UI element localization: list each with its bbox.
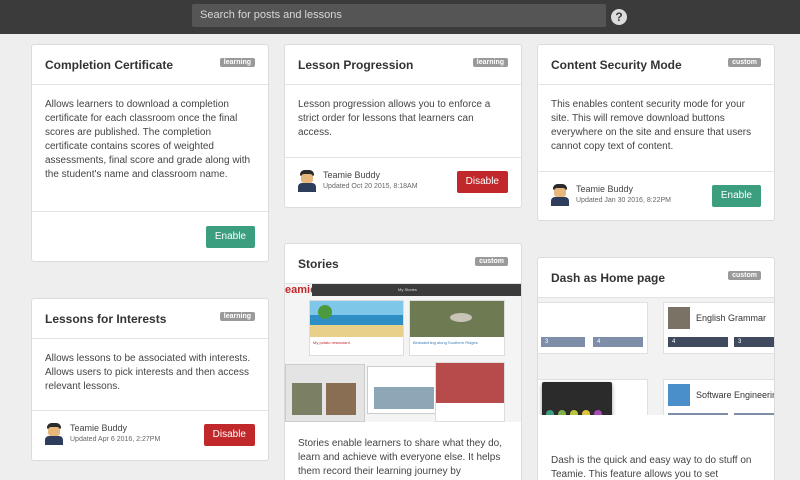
card-footer: Teamie Buddy Updated Oct 20 2015, 8:18AM… <box>285 158 521 198</box>
chip: 4 <box>593 337 643 347</box>
author-name: Teamie Buddy <box>70 423 128 433</box>
lesson-progression-card: Lesson Progression learning Lesson progr… <box>284 44 522 208</box>
updated-timestamp: Updated Oct 20 2015, 8:18AM <box>323 183 418 190</box>
enable-button[interactable]: Enable <box>711 185 761 207</box>
dash-item: 3 4 <box>538 302 648 354</box>
card-title: Content Security Mode <box>551 58 682 72</box>
card-footer: Teamie Buddy Updated Apr 6 2016, 2:27PM … <box>32 411 268 451</box>
category-badge: custom <box>728 58 761 67</box>
card-description: This enables content security mode for y… <box>538 85 774 172</box>
story-tile <box>435 362 505 422</box>
chip: 2 <box>668 413 728 415</box>
updated-timestamp: Updated Jan 30 2016, 8:22PM <box>576 197 671 204</box>
dash-item-title: English Grammar <box>696 313 767 323</box>
card-header: Completion Certificate learning <box>32 45 268 85</box>
story-tile <box>367 366 439 414</box>
story-tile: Birdwatching along Southern Ridges <box>409 300 505 356</box>
dash-item-title: Software Engineering <box>696 390 774 400</box>
card-description: Dash is the quick and easy way to do stu… <box>551 455 752 480</box>
software-engineering-thumbnail <box>668 384 690 406</box>
avatar <box>550 184 570 206</box>
card-description: Stories enable learners to share what th… <box>298 438 503 477</box>
card-header: Dash as Home page custom <box>538 258 774 298</box>
screenshot-topbar: My Stories <box>312 284 521 296</box>
top-bar: Search for posts and lessons ? <box>0 0 800 34</box>
card-title: Lesson Progression <box>298 58 414 72</box>
card-footer: Enable <box>32 212 268 252</box>
story-caption: My potato restaurant <box>313 340 350 345</box>
card-header: Lessons for Interests learning <box>32 299 268 339</box>
card-title: Dash as Home page <box>551 271 666 285</box>
stories-card: Stories custom eamie My Stories My potat… <box>284 243 522 480</box>
enable-button[interactable]: Enable <box>205 226 255 248</box>
stories-screenshot: eamie My Stories My potato restaurant Bi… <box>285 284 521 422</box>
category-badge: custom <box>728 271 761 280</box>
updated-timestamp: Updated Apr 6 2016, 2:27PM <box>70 436 161 443</box>
search-input[interactable]: Search for posts and lessons <box>192 4 606 27</box>
card-description: Lesson progression allows you to enforce… <box>285 85 521 158</box>
card-header: Lesson Progression learning <box>285 45 521 85</box>
content-security-mode-card: Content Security Mode custom This enable… <box>537 44 775 221</box>
dash-item: Software Engineering 2 4 <box>663 379 774 415</box>
story-tile <box>285 364 365 422</box>
story-caption: Birdwatching along Southern Ridges <box>413 340 478 345</box>
story-tile: My potato restaurant <box>309 300 404 356</box>
card-header: Content Security Mode custom <box>538 45 774 85</box>
category-badge: learning <box>219 58 255 67</box>
avatar <box>44 423 64 445</box>
chip: 4 <box>668 337 728 347</box>
dash-overlay-panel <box>542 382 612 415</box>
avatar <box>297 170 317 192</box>
completion-certificate-card: Completion Certificate learning Allows l… <box>31 44 269 262</box>
chip: 3 <box>734 337 774 347</box>
card-title: Lessons for Interests <box>45 312 167 326</box>
card-footer: Teamie Buddy Updated Jan 30 2016, 8:22PM… <box>538 172 774 212</box>
author-name: Teamie Buddy <box>576 184 634 194</box>
disable-button[interactable]: Disable <box>456 171 508 193</box>
card-description: Allows lessons to be associated with int… <box>32 339 268 411</box>
dash-preview: 3 4 English Grammar 4 3 Software Enginee… <box>538 298 774 415</box>
author-name: Teamie Buddy <box>323 170 381 180</box>
category-badge: custom <box>475 257 508 266</box>
screenshot-title: My Stories <box>398 287 417 292</box>
category-badge: learning <box>219 312 255 321</box>
chip: 4 <box>734 413 774 415</box>
help-icon[interactable]: ? <box>611 9 627 25</box>
category-badge: learning <box>472 58 508 67</box>
dash-as-home-page-card: Dash as Home page custom 3 4 English Gra… <box>537 257 775 480</box>
chip: 3 <box>541 337 585 347</box>
dash-item: English Grammar 4 3 <box>663 302 774 354</box>
lessons-for-interests-card: Lessons for Interests learning Allows le… <box>31 298 269 461</box>
card-description: Allows learners to download a completion… <box>32 85 268 212</box>
card-title: Stories <box>298 257 339 271</box>
card-title: Completion Certificate <box>45 58 174 72</box>
card-header: Stories custom <box>285 244 521 284</box>
disable-button[interactable]: Disable <box>203 424 255 446</box>
english-grammar-thumbnail <box>668 307 690 329</box>
